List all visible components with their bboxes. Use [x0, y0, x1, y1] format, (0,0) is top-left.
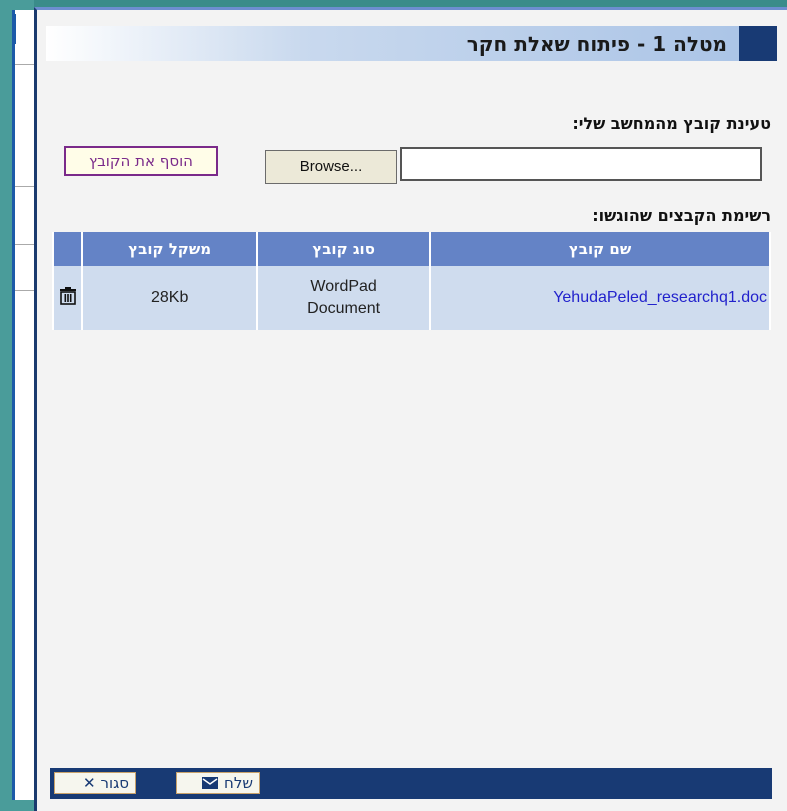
column-header-actions	[51, 232, 84, 266]
column-header-file-type: סוג קובץ	[256, 232, 432, 266]
close-button[interactable]: סגור ✕	[54, 772, 136, 794]
send-button-label: שלח	[224, 774, 253, 792]
file-size-cell: 28Kb	[81, 266, 259, 330]
dialog-title-bar: מטלה 1 - פיתוח שאלת חקר	[46, 26, 777, 61]
trash-icon	[59, 286, 76, 305]
dialog-title: מטלה 1 - פיתוח שאלת חקר	[466, 32, 727, 56]
file-path-input[interactable]	[400, 147, 762, 181]
envelope-icon	[202, 777, 219, 789]
background-divider	[15, 290, 34, 291]
files-section-label: רשימת הקבצים שהוגשו:	[592, 206, 771, 225]
background-divider	[15, 244, 34, 245]
submitted-files-table: שם קובץ סוג קובץ משקל קובץ YehudaPeled_r…	[51, 232, 771, 330]
close-icon: ✕	[82, 774, 96, 792]
table-row: YehudaPeled_researchq1.doc WordPad Docum…	[51, 266, 771, 330]
delete-file-button[interactable]	[51, 266, 84, 330]
column-header-file-name: שם קובץ	[429, 232, 771, 266]
close-button-label: סגור	[100, 774, 129, 792]
dialog-footer: סגור ✕ שלח	[50, 768, 772, 799]
title-accent-block	[739, 26, 777, 61]
send-button[interactable]: שלח	[176, 772, 260, 794]
background-marker	[12, 14, 16, 44]
column-header-file-size: משקל קובץ	[81, 232, 259, 266]
upload-section-label: טעינת קובץ מהמחשב שלי:	[572, 114, 771, 133]
file-name-link[interactable]: YehudaPeled_researchq1.doc	[429, 266, 771, 330]
table-header-row: שם קובץ סוג קובץ משקל קובץ	[51, 232, 771, 266]
background-divider	[15, 64, 34, 65]
add-file-button[interactable]: הוסף את הקובץ	[64, 146, 218, 176]
browse-button[interactable]: Browse...	[265, 150, 397, 184]
file-type-cell: WordPad Document	[256, 266, 432, 330]
assignment-dialog: מטלה 1 - פיתוח שאלת חקר טעינת קובץ מהמחש…	[34, 7, 787, 811]
background-divider	[15, 186, 34, 187]
